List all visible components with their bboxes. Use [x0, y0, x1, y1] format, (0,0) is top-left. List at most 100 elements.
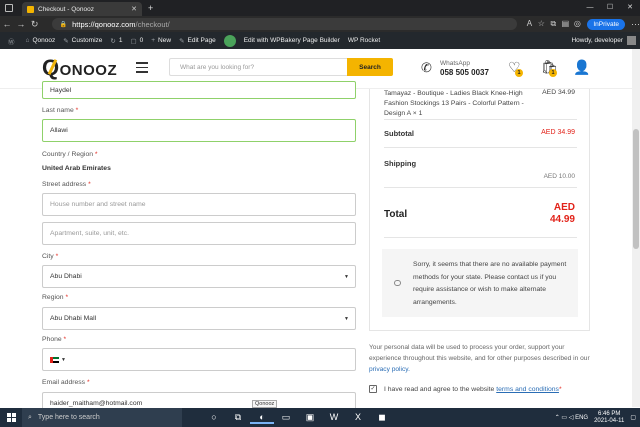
start-button[interactable] [0, 413, 22, 422]
last-name-field[interactable]: Allawi [42, 119, 356, 142]
read-aloud-icon[interactable]: A [523, 19, 535, 29]
howdy-item[interactable]: Howdy, developer [571, 36, 636, 45]
system-tray: ⌃ ▭ ◁ ENG 6:46 PM 2021-04-11 ▢ [555, 411, 636, 425]
shipping-value: AED 10.00 [543, 173, 575, 180]
chat-bubble-icon [394, 280, 401, 286]
required-mark: * [55, 253, 59, 260]
maximize-icon[interactable]: ☐ [600, 0, 620, 14]
excel-icon[interactable]: X [346, 412, 370, 424]
street-label: Street address * [42, 181, 91, 188]
updates-item[interactable]: ↻ 1 [110, 37, 122, 45]
minimize-icon[interactable]: — [580, 0, 600, 14]
close-window-icon[interactable]: ✕ [620, 0, 640, 14]
privacy-text: Your personal data will be used to proce… [369, 344, 590, 362]
logo-text: ONOOZ [59, 62, 118, 79]
region-select[interactable]: Abu Dhabi Mall ▼ [42, 307, 356, 330]
cortana-icon[interactable]: ○ [202, 412, 226, 424]
street-address-field[interactable]: House number and street name [42, 193, 356, 216]
whatsapp-number[interactable]: 058 505 0037 [440, 68, 489, 77]
back-icon[interactable]: ← [0, 19, 14, 29]
city-value: Abu Dhabi [50, 273, 82, 280]
inprivate-badge[interactable]: InPrivate [587, 18, 626, 30]
product-qty: × 1 [412, 110, 423, 117]
taskbar-tooltip: Qonooz [252, 400, 278, 408]
volume-icon[interactable]: ◁ [569, 414, 574, 421]
profile-share-icon[interactable]: ◎ [571, 19, 583, 29]
new-tab-button[interactable]: + [148, 3, 153, 13]
total-amount: 44.99 [549, 214, 575, 225]
city-label-text: City [42, 253, 54, 260]
refresh-icon[interactable]: ↻ [28, 19, 42, 30]
site-name-item[interactable]: ⌂ Qonooz [26, 37, 56, 44]
store-icon[interactable]: ▣ [298, 412, 322, 424]
forward-icon[interactable]: → [14, 19, 28, 29]
required-mark: * [63, 336, 67, 343]
network-icon[interactable]: ▭ [561, 414, 567, 421]
favorite-icon[interactable]: ☆ [535, 19, 547, 29]
clock[interactable]: 6:46 PM 2021-04-11 [594, 411, 624, 425]
terms-checkbox[interactable]: ✓ [369, 385, 377, 393]
language-indicator[interactable]: ENG [575, 415, 588, 421]
search-input[interactable]: What are you looking for? [169, 58, 347, 76]
extensions-icon[interactable]: ⧉ [547, 19, 559, 29]
terms-row: ✓ I have read and agree to the website t… [369, 385, 562, 393]
phone-field[interactable]: ▼ [42, 348, 356, 371]
page-scrollbar[interactable] [632, 49, 640, 407]
product-name: Tamayaz - Boutique - Ladies Black Knee-H… [384, 89, 539, 119]
subtotal-label: Subtotal [384, 129, 414, 138]
search-button[interactable]: Search [347, 58, 393, 76]
chevron-down-icon: ▼ [344, 273, 349, 280]
more-icon[interactable]: ⋯ [631, 19, 640, 30]
customize-label: Customize [71, 37, 103, 44]
browser-tab-checkout[interactable]: Checkout - Qonooz ✕ [22, 2, 142, 16]
url-field[interactable]: 🔒 https://qonooz.com/checkout/ [51, 18, 518, 30]
word-icon[interactable]: W [322, 412, 346, 424]
taskbar-search[interactable]: ⌕ Type here to search [22, 408, 182, 427]
address-icons: A ☆ ⧉ ▤ ◎ [523, 19, 583, 29]
phone-label-text: Phone [42, 336, 62, 343]
street-label-text: Street address [42, 181, 87, 188]
cart-count-badge: 1 [549, 69, 557, 77]
city-select[interactable]: Abu Dhabi ▼ [42, 265, 356, 288]
comments-item[interactable]: ▢ 0 [130, 37, 143, 45]
window-menu-icon[interactable] [5, 4, 13, 12]
region-value: Abu Dhabi Mall [50, 315, 97, 322]
close-tab-icon[interactable]: ✕ [131, 5, 137, 13]
divider [384, 119, 577, 120]
edge-icon[interactable]: ◐ [250, 412, 274, 424]
wp-rocket-item[interactable]: WP Rocket [348, 37, 380, 44]
menu-icon[interactable] [136, 62, 148, 76]
privacy-policy-link[interactable]: privacy policy. [369, 366, 410, 373]
customize-item[interactable]: ✎ Customize [63, 37, 102, 45]
country-label-text: Country / Region [42, 151, 94, 158]
country-flag-selector[interactable]: ▼ [50, 356, 66, 363]
howdy-label: Howdy, developer [571, 37, 623, 44]
wp-logo-item[interactable]: Ⓦ [8, 36, 18, 46]
required-mark: * [88, 181, 91, 188]
notifications-icon[interactable]: ▢ [630, 414, 636, 421]
tray-chevron-icon[interactable]: ⌃ [555, 414, 560, 421]
task-view-icon[interactable]: ⧉ [226, 412, 250, 424]
collections-icon[interactable]: ▤ [559, 19, 571, 29]
file-explorer-icon[interactable]: ▭ [274, 412, 298, 424]
edit-page-item[interactable]: ✎ Edit Page [179, 37, 216, 45]
terms-link[interactable]: terms and conditions [496, 386, 559, 393]
terms-text: I have read and agree to the website [384, 385, 495, 393]
comment-icon: ▢ [130, 37, 137, 45]
comments-count: 0 [139, 37, 144, 44]
email-label-text: Email address [42, 379, 86, 386]
last-name-label-text: Last name [42, 107, 74, 114]
site-logo[interactable]: QONOOZ [42, 55, 117, 81]
apartment-field[interactable]: Apartment, suite, unit, etc. [42, 222, 356, 245]
shipping-label: Shipping [384, 159, 417, 168]
notice-message: Sorry, it seems that there are no availa… [413, 261, 567, 306]
app-icon[interactable]: ◼ [370, 412, 394, 424]
account-icon[interactable]: 👤 [573, 59, 590, 76]
wpbakery-item[interactable]: Edit with WPBakery Page Builder [244, 37, 340, 44]
brush-icon: ✎ [63, 37, 69, 45]
scrollbar-thumb[interactable] [633, 129, 639, 249]
new-item[interactable]: + New [151, 37, 171, 44]
first-name-field[interactable]: Haydel [42, 81, 356, 99]
region-label: Region * [42, 294, 68, 301]
new-label: New [158, 37, 172, 44]
